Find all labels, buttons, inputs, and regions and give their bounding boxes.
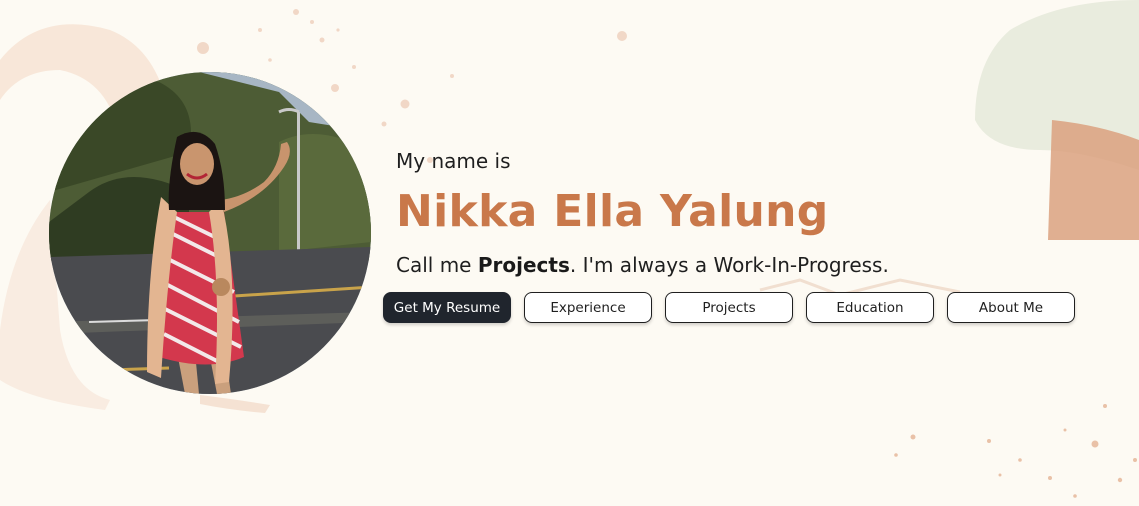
- tagline-emphasis: Projects: [477, 253, 570, 277]
- intro-section: My name is Nikka Ella Yalung Call me Pro…: [396, 146, 889, 280]
- projects-button[interactable]: Projects: [665, 292, 793, 323]
- tagline: Call me Projects. I'm always a Work-In-P…: [396, 250, 889, 280]
- experience-button[interactable]: Experience: [524, 292, 652, 323]
- tagline-prefix: Call me: [396, 253, 478, 277]
- profile-photo-illustration: [49, 72, 371, 394]
- education-button[interactable]: Education: [806, 292, 934, 323]
- tagline-suffix: . I'm always a Work-In-Progress.: [569, 253, 889, 277]
- profile-photo: [49, 72, 371, 394]
- greeting-text: My name is: [396, 149, 511, 173]
- hero-name: Nikka Ella Yalung: [396, 186, 829, 237]
- about-me-button[interactable]: About Me: [947, 292, 1075, 323]
- nav-buttons: Get My Resume Experience Projects Educat…: [383, 292, 1075, 323]
- get-resume-button[interactable]: Get My Resume: [383, 292, 511, 323]
